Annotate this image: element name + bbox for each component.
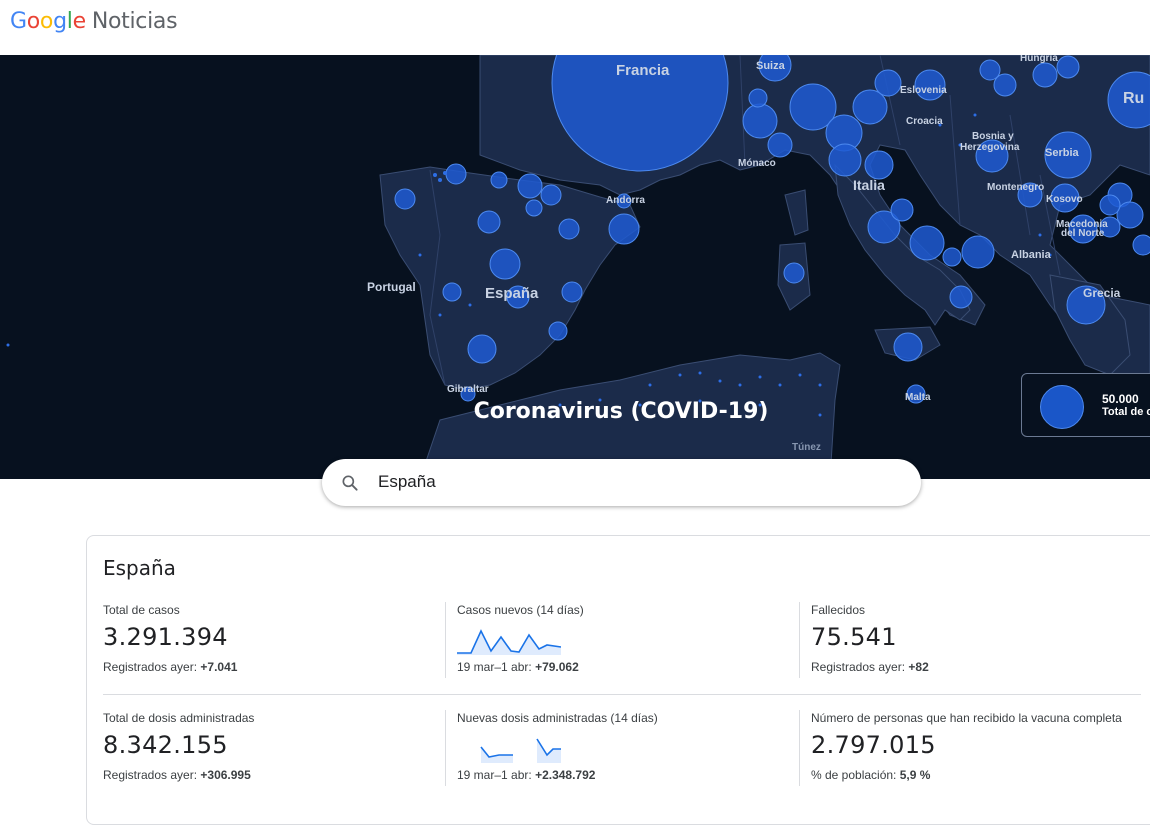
stat-value: 8.342.155 [103, 731, 228, 759]
stat-sub: 19 mar–1 abr: +2.348.792 [457, 768, 596, 782]
map-label-herzegovina: Herzegovina [960, 142, 1020, 153]
map-legend: 50.000 Total de c [1021, 373, 1150, 437]
stat-label: Nuevas dosis administradas (14 días) [457, 711, 658, 725]
map-label-gibraltar: Gibraltar [447, 384, 489, 395]
stat-new-doses: Nuevas dosis administradas (14 días) 19 … [457, 711, 797, 782]
map-label-croacia: Croacia [906, 116, 943, 127]
google-news-logo[interactable]: Google Noticias [10, 9, 178, 34]
stat-sub: % de población: 5,9 % [811, 768, 931, 782]
stat-new-cases: Casos nuevos (14 días) 19 mar–1 abr: +79… [457, 603, 797, 674]
stat-total-doses: Total de dosis administradas 8.342.155 R… [103, 711, 443, 782]
search-icon[interactable] [340, 473, 360, 493]
stat-deaths: Fallecidos 75.541 Registrados ayer: +82 [811, 603, 1150, 674]
divider [799, 710, 800, 786]
divider [445, 602, 446, 678]
map-label-italia: Italia [853, 177, 885, 193]
map-label-kosovo: Kosovo [1046, 194, 1083, 205]
legend-bubble [1040, 385, 1084, 429]
divider [799, 602, 800, 678]
stat-label: Total de casos [103, 603, 180, 617]
hero-title: Coronavirus (COVID-19) [473, 399, 769, 424]
map-label-francia: Francia [616, 62, 670, 79]
stat-sub: 19 mar–1 abr: +79.062 [457, 660, 579, 674]
map-label-rusia: Ru [1123, 90, 1144, 107]
stat-label: Número de personas que han recibido la v… [811, 711, 1122, 725]
location-search-box[interactable] [322, 459, 921, 506]
map-label-portugal: Portugal [367, 280, 416, 294]
stat-label: Fallecidos [811, 603, 866, 617]
map-label-hungria: Hungría [1020, 55, 1058, 64]
map-label-suiza: Suiza [756, 60, 786, 72]
region-name: España [103, 556, 176, 580]
search-input[interactable] [378, 469, 898, 495]
map-label-eslovenia: Eslovenia [900, 85, 947, 96]
map-label-espana: España [485, 285, 539, 302]
stat-sub: Registrados ayer: +82 [811, 660, 929, 674]
stat-sub: Registrados ayer: +7.041 [103, 660, 238, 674]
covid-map-hero[interactable]: Francia Suiza Eslovenia Hungría Croacia … [0, 55, 1150, 479]
google-wordmark: Google [10, 9, 86, 34]
map-label-grecia: Grecia [1083, 286, 1121, 300]
map-label-serbia: Serbia [1045, 147, 1080, 159]
new-doses-sparkline[interactable] [457, 733, 561, 763]
product-name: Noticias [91, 9, 178, 34]
row-divider [103, 694, 1141, 695]
stat-value: 2.797.015 [811, 731, 936, 759]
map-label-del-norte: del Norte [1061, 228, 1105, 239]
stat-label: Total de dosis administradas [103, 711, 255, 725]
stat-sub: Registrados ayer: +306.995 [103, 768, 251, 782]
stat-value: 75.541 [811, 623, 897, 651]
stat-fully-vaccinated: Número de personas que han recibido la v… [811, 711, 1150, 782]
new-cases-sparkline[interactable] [457, 625, 561, 655]
top-bar: Google Noticias [0, 0, 1150, 55]
stat-label: Casos nuevos (14 días) [457, 603, 584, 617]
map-label-tunez: Túnez [792, 442, 821, 453]
region-stats-card: España Total de casos 3.291.394 Registra… [86, 535, 1150, 825]
map-label-monaco: Mónaco [738, 158, 776, 169]
stat-total-cases: Total de casos 3.291.394 Registrados aye… [103, 603, 443, 674]
divider [445, 710, 446, 786]
legend-caption: Total de c [1102, 406, 1150, 418]
stat-value: 3.291.394 [103, 623, 228, 651]
map-label-montenegro: Montenegro [987, 182, 1044, 193]
map-label-albania: Albania [1011, 249, 1052, 261]
legend-value: 50.000 [1102, 392, 1139, 406]
map-label-bosnia: Bosnia y [972, 131, 1014, 142]
map-label-andorra: Andorra [606, 195, 645, 206]
